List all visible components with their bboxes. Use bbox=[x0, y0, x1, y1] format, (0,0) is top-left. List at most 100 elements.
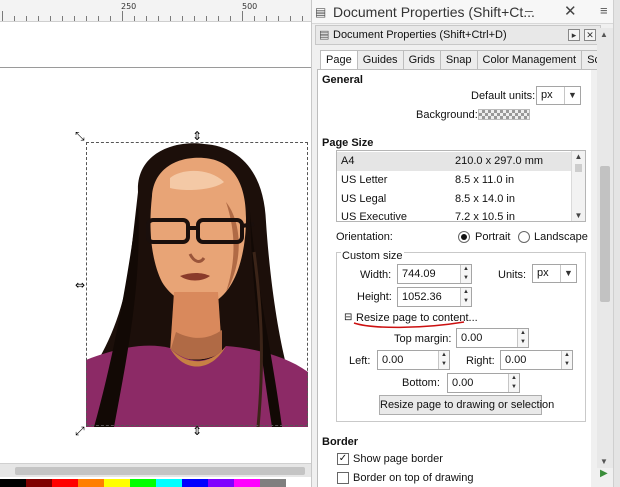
page-size-name: US Legal bbox=[341, 193, 387, 205]
orientation-label: Orientation: bbox=[336, 231, 393, 243]
drawing-canvas[interactable]: 250 500 ⤡ ⇕ ⇔ ⤢ ⇕ bbox=[0, 0, 312, 487]
minimize-button[interactable]: – bbox=[525, 2, 533, 18]
border-on-top-checkbox[interactable] bbox=[337, 472, 349, 484]
ruler-tick bbox=[122, 11, 123, 21]
bottom-margin-input[interactable]: 0.00 ▲ ▼ bbox=[447, 373, 520, 393]
top-margin-input[interactable]: 0.00 ▲ ▼ bbox=[456, 328, 529, 348]
panel-close-button[interactable]: ✕ bbox=[584, 29, 596, 41]
tab-snap[interactable]: Snap bbox=[440, 50, 478, 70]
scale-handle-top[interactable]: ⇕ bbox=[192, 130, 202, 142]
units-dropdown[interactable]: px ▼ bbox=[532, 264, 577, 283]
tab-color-management[interactable]: Color Management bbox=[477, 50, 583, 70]
list-item[interactable]: US Letter 8.5 x 11.0 in bbox=[337, 171, 573, 190]
ruler-tick bbox=[74, 16, 75, 21]
scale-handle-top-left[interactable]: ⤡ bbox=[75, 130, 85, 142]
list-scrollbar[interactable]: ▲ ▼ bbox=[571, 151, 585, 221]
page-size-heading: Page Size bbox=[322, 137, 374, 149]
ruler-tick bbox=[230, 16, 231, 21]
spin-arrows-icon[interactable]: ▲ ▼ bbox=[438, 351, 449, 369]
palette-swatch[interactable] bbox=[182, 479, 208, 487]
left-margin-input[interactable]: 0.00 ▲ ▼ bbox=[377, 350, 450, 370]
top-margin-label: Top margin: bbox=[394, 333, 452, 345]
list-item[interactable]: US Legal 8.5 x 14.0 in bbox=[337, 190, 573, 209]
background-color-swatch[interactable] bbox=[478, 109, 530, 120]
default-units-value: px bbox=[541, 89, 553, 101]
ruler-tick bbox=[26, 16, 27, 21]
show-page-border-checkbox[interactable]: ✓ bbox=[337, 453, 349, 465]
right-margin-value: 0.00 bbox=[505, 354, 527, 366]
palette-swatch[interactable] bbox=[260, 479, 286, 487]
palette-swatch[interactable] bbox=[52, 479, 78, 487]
list-item[interactable]: US Executive 7.2 x 10.5 in bbox=[337, 208, 573, 222]
palette-swatch[interactable] bbox=[0, 479, 26, 487]
tab-guides[interactable]: Guides bbox=[357, 50, 404, 70]
dock-title: Document Properties (Shift+Ct... bbox=[333, 4, 535, 20]
scale-handle-left[interactable]: ⇔ bbox=[75, 279, 85, 291]
units-value: px bbox=[537, 267, 549, 279]
page-size-dims: 7.2 x 10.5 in bbox=[455, 211, 515, 222]
tab-page[interactable]: Page bbox=[320, 50, 358, 70]
page-size-name: A4 bbox=[341, 155, 355, 167]
palette-swatch[interactable] bbox=[130, 479, 156, 487]
scrollbar-thumb[interactable] bbox=[600, 166, 610, 302]
portrait-radio[interactable] bbox=[458, 231, 470, 243]
color-palette[interactable] bbox=[0, 479, 311, 487]
ruler-tick bbox=[158, 16, 159, 21]
horizontal-scrollbar[interactable] bbox=[0, 463, 311, 477]
border-heading: Border bbox=[322, 436, 359, 448]
chevron-up-icon[interactable]: ▲ bbox=[600, 30, 608, 39]
scrollbar-thumb[interactable] bbox=[15, 467, 305, 475]
page-size-name: US Letter bbox=[341, 174, 388, 186]
ruler-tick bbox=[218, 16, 219, 21]
ruler-label: 250 bbox=[121, 2, 137, 11]
width-input[interactable]: 744.09 ▲ ▼ bbox=[397, 264, 472, 284]
palette-swatch[interactable] bbox=[234, 479, 260, 487]
spin-arrows-icon[interactable]: ▲ ▼ bbox=[460, 265, 471, 283]
ruler-tick bbox=[110, 16, 111, 21]
bottom-margin-label: Bottom: bbox=[402, 377, 440, 389]
panel-pin-button[interactable]: ▸ bbox=[568, 29, 580, 41]
page-border-line bbox=[0, 67, 311, 68]
landscape-radio[interactable] bbox=[518, 231, 530, 243]
ruler-tick bbox=[50, 16, 51, 21]
ruler-tick bbox=[182, 16, 183, 21]
resize-to-drawing-button[interactable]: Resize page to drawing or selection bbox=[379, 395, 554, 415]
dock-vertical-scrollbar[interactable]: ▲ ▼ bbox=[597, 28, 613, 468]
chevron-down-icon[interactable]: ▼ bbox=[600, 457, 608, 466]
right-margin-label: Right: bbox=[466, 355, 495, 367]
palette-swatch[interactable] bbox=[208, 479, 234, 487]
palette-swatch[interactable] bbox=[286, 479, 311, 487]
list-item[interactable]: A4 210.0 x 297.0 mm bbox=[337, 152, 573, 171]
close-button[interactable]: ✕ bbox=[564, 2, 577, 20]
ruler-tick bbox=[86, 16, 87, 21]
spin-arrows-icon[interactable]: ▲ ▼ bbox=[561, 351, 572, 369]
spin-arrows-icon[interactable]: ▲ ▼ bbox=[508, 374, 519, 392]
top-margin-value: 0.00 bbox=[461, 332, 483, 344]
right-margin-input[interactable]: 0.00 ▲ ▼ bbox=[500, 350, 573, 370]
palette-swatch[interactable] bbox=[78, 479, 104, 487]
spin-arrows-icon[interactable]: ▲ ▼ bbox=[460, 288, 471, 306]
scrollbar-thumb[interactable] bbox=[575, 164, 582, 172]
ruler-tick bbox=[98, 16, 99, 21]
dock-menu-icon[interactable]: ≡ bbox=[600, 3, 608, 18]
chevron-down-icon[interactable]: ▼ bbox=[572, 211, 585, 220]
spin-arrows-icon[interactable]: ▲ ▼ bbox=[517, 329, 528, 347]
palette-swatch[interactable] bbox=[104, 479, 130, 487]
scale-handle-bottom[interactable]: ⇕ bbox=[192, 425, 202, 437]
tab-grids[interactable]: Grids bbox=[403, 50, 441, 70]
palette-swatch[interactable] bbox=[26, 479, 52, 487]
ruler-tick bbox=[134, 16, 135, 21]
chevron-down-icon: ▼ bbox=[564, 87, 580, 104]
page-size-dims: 210.0 x 297.0 mm bbox=[455, 155, 544, 167]
palette-swatch[interactable] bbox=[156, 479, 182, 487]
page-size-list[interactable]: A4 210.0 x 297.0 mm US Letter 8.5 x 11.0… bbox=[336, 150, 586, 222]
default-units-dropdown[interactable]: px ▼ bbox=[536, 86, 581, 105]
play-icon: ▶ bbox=[600, 468, 608, 479]
height-label: Height: bbox=[357, 291, 392, 303]
dock-title-bar: ▤ Document Properties (Shift+Ct... – ✕ ≡ bbox=[312, 0, 620, 24]
chevron-up-icon[interactable]: ▲ bbox=[572, 152, 585, 161]
ruler-tick bbox=[266, 16, 267, 21]
height-input[interactable]: 1052.36 ▲ ▼ bbox=[397, 287, 472, 307]
background-label: Background: bbox=[416, 109, 478, 121]
scale-handle-bottom-left[interactable]: ⤢ bbox=[75, 425, 85, 437]
